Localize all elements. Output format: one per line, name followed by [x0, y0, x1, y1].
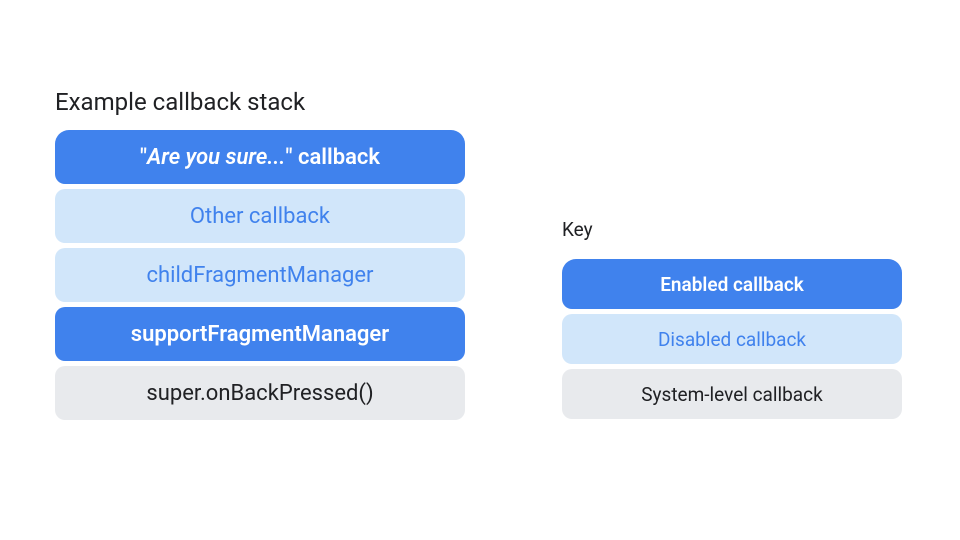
stack-item-are-you-sure: "Are you sure..." callback [55, 130, 465, 184]
stack-item-support-fragment-manager: supportFragmentManager [55, 307, 465, 361]
stack-item-child-fragment-manager: childFragmentManager [55, 248, 465, 302]
stack-item-label: childFragmentManager [146, 263, 373, 288]
legend-item-enabled: Enabled callback [562, 259, 902, 309]
legend-item-label: Disabled callback [658, 328, 806, 351]
legend-section: Key Enabled callback Disabled callback S… [562, 218, 902, 424]
stack-item-other-callback: Other callback [55, 189, 465, 243]
stack-item-super-onbackpressed: super.onBackPressed() [55, 366, 465, 420]
stack-item-label: "Are you sure..." callback [140, 145, 380, 170]
legend-item-label: Enabled callback [660, 273, 804, 296]
stack-item-label: Other callback [190, 204, 330, 229]
stack-item-label: super.onBackPressed() [146, 381, 373, 406]
legend-item-label: System-level callback [641, 383, 822, 406]
callback-stack-section: Example callback stack "Are you sure..."… [55, 88, 465, 425]
legend-item-system: System-level callback [562, 369, 902, 419]
stack-item-label: supportFragmentManager [131, 322, 389, 347]
stack-title: Example callback stack [55, 88, 465, 116]
legend-item-disabled: Disabled callback [562, 314, 902, 364]
legend-title: Key [562, 218, 902, 241]
